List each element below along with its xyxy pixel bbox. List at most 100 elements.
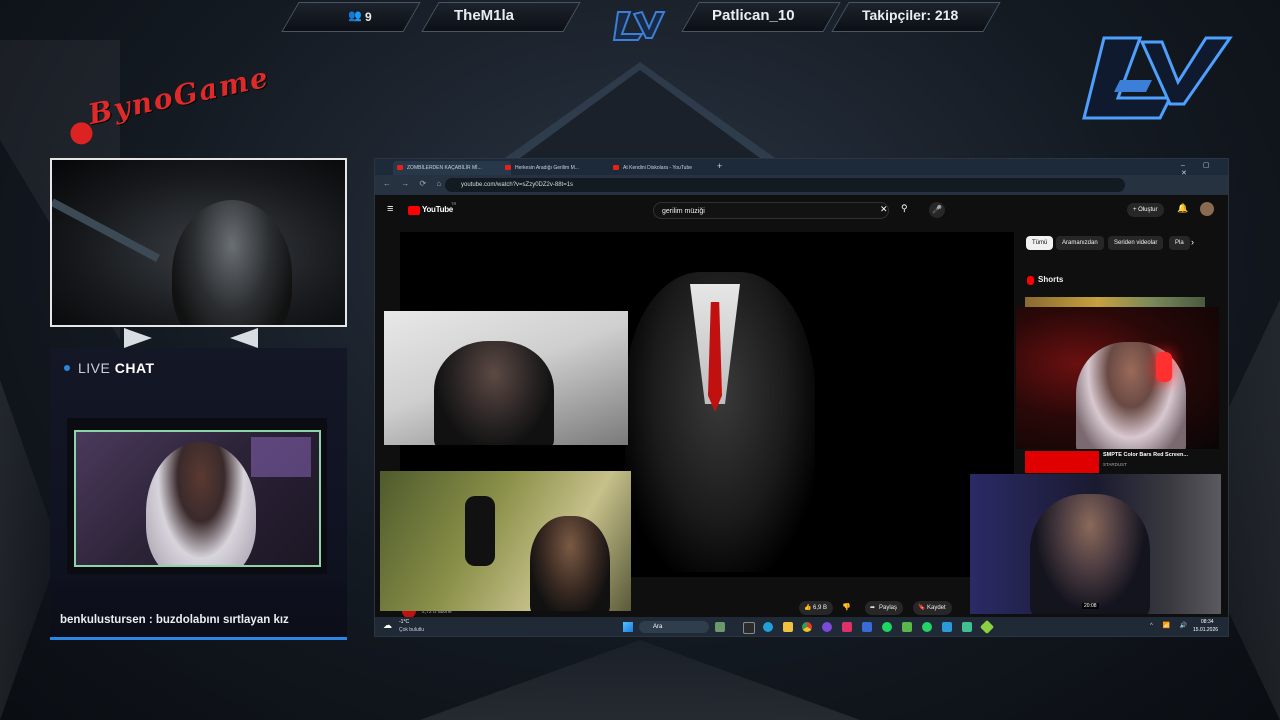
youtube-logo-icon[interactable] (408, 206, 420, 215)
center-logo-icon (612, 10, 666, 41)
streamer-figure (172, 200, 292, 325)
chat-last-message: benkulustursen : buzdolabını sırtlayan k… (60, 614, 289, 626)
save-button[interactable]: 🔖 Kaydet (913, 601, 952, 615)
cam-arrow-left (124, 328, 152, 348)
youtube-logo-text: YouTube (422, 205, 453, 214)
tray-icons[interactable]: ^ 📶 🔊 (1150, 622, 1191, 629)
share-icon: ➦ (870, 605, 876, 611)
chip-playlists[interactable]: Pla (1169, 236, 1190, 250)
weather-icon: ☁ (383, 620, 392, 630)
shared-screen: ZOMBİLERDEN KAÇABİLİR Mİ... Herkesin Ara… (374, 158, 1229, 637)
like-icon: 👍 (804, 605, 812, 611)
background-chevron-center-inner (520, 70, 760, 158)
voice-search-icon[interactable]: 🎤 (929, 202, 945, 218)
weather-temp: -1°C (399, 619, 410, 625)
youtube-header: ≡ YouTube TR gerilim müziği ✕ ⚲ 🎤 + Oluş… (375, 197, 1228, 223)
like-count: 6,9 B (813, 605, 828, 611)
avatar[interactable] (1200, 202, 1214, 216)
chip-series[interactable]: Seriden videolar (1108, 236, 1164, 250)
related-title[interactable]: SMPTE Color Bars Red Screen... (1103, 452, 1188, 458)
save-label: Kaydet (927, 605, 946, 611)
taskbar-search[interactable]: Ara (639, 621, 709, 633)
streamer-left-name: TheM1la (454, 7, 515, 24)
chat-message-text: buzdolabını sırtlayan kız (155, 614, 289, 626)
spotify-icon[interactable] (882, 622, 892, 632)
weather-desc: Çok bulutlu (399, 627, 425, 633)
url-field[interactable]: youtube.com/watch?v=sZzy0DZ2v-88t=1s (445, 178, 1125, 192)
browser-tab-1-label: ZOMBİLERDEN KAÇABİLİR Mİ... (407, 165, 482, 171)
guest-webcam-2 (380, 471, 631, 611)
guest-webcam-3 (1016, 307, 1219, 449)
app-icon-2[interactable] (743, 622, 755, 634)
chat-message-separator: : (145, 614, 156, 626)
followers-count: Takipçiler: 218 (862, 7, 959, 23)
create-button[interactable]: + Oluştur (1127, 203, 1164, 217)
browser-tab-3[interactable]: At Kendini Diskolara - YouTube (609, 161, 727, 175)
notifications-icon[interactable]: 🔔 (1177, 203, 1188, 214)
clear-search-icon[interactable]: ✕ (880, 204, 888, 215)
app-icon-8[interactable] (962, 622, 972, 632)
related-channel: STARDUST (1103, 462, 1127, 467)
related-thumbnail[interactable] (1025, 451, 1099, 473)
chrome-icon[interactable] (802, 622, 812, 632)
guest-2-jacket (465, 496, 495, 566)
guest-3-mic-light (1156, 352, 1172, 382)
app-icon-4[interactable] (842, 622, 852, 632)
guest-4-figure (1030, 494, 1150, 614)
browser-tab-2-label: Herkesin Aradığı Gerilim M... (515, 165, 579, 171)
chips-next-icon[interactable]: › (1191, 237, 1194, 247)
channel-logo-icon (1082, 36, 1233, 120)
browser-tab-3-label: At Kendini Diskolara - YouTube (623, 165, 693, 171)
search-icon[interactable]: ⚲ (901, 203, 908, 214)
app-icon-9[interactable] (979, 619, 995, 635)
browser-tab-bar: ZOMBİLERDEN KAÇABİLİR Mİ... Herkesin Ara… (375, 159, 1228, 177)
edge-icon[interactable] (763, 622, 773, 632)
cam-arrow-right (230, 328, 258, 348)
guest-figure (146, 442, 256, 565)
top-info-bar: 👥 9 TheM1la Patlican_10 Takipçiler: 218 (280, 2, 1001, 41)
app-icon-1[interactable] (715, 622, 725, 632)
shorts-icon (1027, 276, 1034, 285)
save-icon: 🔖 (918, 605, 926, 611)
explorer-icon[interactable] (783, 622, 793, 632)
guest-webcam-1 (384, 311, 628, 445)
shorts-thumbnails[interactable] (1025, 297, 1205, 307)
guest-1-figure (434, 341, 554, 445)
app-icon-6[interactable] (902, 622, 912, 632)
chat-label: CHAT (114, 360, 155, 376)
start-icon[interactable] (623, 622, 633, 632)
chip-all[interactable]: Tümü (1026, 236, 1054, 250)
app-icon-7[interactable] (942, 622, 952, 632)
new-tab-icon[interactable]: + (717, 161, 722, 171)
taskbar-search-label: Ara (653, 624, 663, 630)
related-duration: 20:08 (1082, 603, 1099, 609)
app-icon-3[interactable] (822, 622, 832, 632)
guest-webcam-chat (74, 430, 321, 567)
search-input[interactable]: gerilim müziği (653, 202, 889, 219)
live-chat-title: LIVE CHAT (64, 360, 155, 376)
viewer-count: 9 (365, 10, 372, 24)
browser-tab-2[interactable]: Herkesin Aradığı Gerilim M... (501, 161, 619, 175)
live-label: LIVE (78, 360, 111, 376)
live-dot-icon (64, 365, 70, 371)
clock-time: 08:34 (1201, 619, 1214, 625)
browser-tab-1[interactable]: ZOMBİLERDEN KAÇABİLİR Mİ... (393, 161, 511, 175)
create-label: Oluştur (1138, 207, 1158, 213)
chat-accent-bar (50, 637, 347, 640)
app-icon-5[interactable] (862, 622, 872, 632)
share-label: Paylaş (879, 605, 898, 611)
background-chevron-bottom (420, 640, 860, 720)
nav-buttons-icon[interactable]: ← → ⟳ ⌂ (383, 179, 445, 188)
os-taskbar: ☁ -1°C Çok bulutlu Ara ^ 📶 🔊 08:34 15.01… (375, 617, 1228, 636)
chip-from-search[interactable]: Aramanızdan (1056, 236, 1104, 250)
microphone-arm (52, 198, 160, 262)
guest-webcam-4: 20:08 (970, 474, 1221, 614)
youtube-favicon-icon (397, 165, 403, 170)
dislike-icon[interactable]: 👎 (842, 603, 851, 611)
menu-icon[interactable]: ≡ (387, 203, 393, 215)
youtube-region: TR (451, 201, 457, 206)
shorts-label: Shorts (1038, 275, 1064, 284)
share-button[interactable]: ➦ Paylaş (865, 601, 904, 615)
whatsapp-icon[interactable] (922, 622, 932, 632)
like-button[interactable]: 👍 6,9 B (799, 601, 834, 615)
